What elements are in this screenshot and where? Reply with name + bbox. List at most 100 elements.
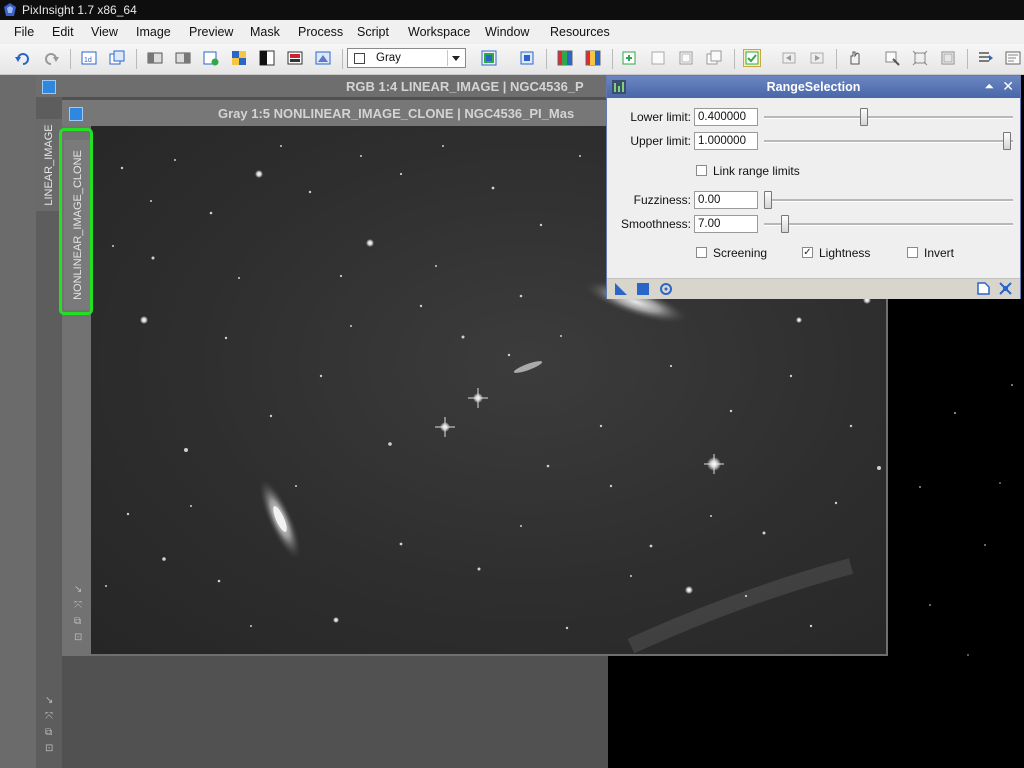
window-left-icon[interactable] [147, 50, 163, 66]
hand-pan-icon[interactable] [847, 50, 863, 66]
screening-label: Screening [713, 246, 768, 260]
zoom-window-icon[interactable] [650, 50, 666, 66]
range-selection-footer [607, 278, 1020, 299]
fit-icon[interactable]: ⤧ [45, 711, 56, 722]
restore-icon[interactable]: ⧉ [45, 727, 56, 738]
new-preview-icon[interactable] [203, 50, 219, 66]
new-instance-icon[interactable] [615, 283, 627, 295]
smoothness-slider-thumb[interactable] [781, 215, 789, 233]
smoothness-input[interactable]: 7.00 [694, 215, 758, 233]
iconize-icon[interactable]: ⊡ [74, 632, 85, 643]
image-1d-icon[interactable]: 1d [81, 50, 97, 66]
collapse-icon[interactable]: ⏶ [984, 79, 994, 94]
upper-limit-label: Upper limit: [630, 134, 691, 148]
menu-image[interactable]: Image [136, 25, 171, 39]
menu-process[interactable]: Process [298, 25, 343, 39]
toolbar-separator [836, 49, 837, 69]
stf-icon[interactable] [557, 50, 573, 66]
explorer-icon[interactable] [977, 50, 993, 66]
upper-limit-slider-thumb[interactable] [1003, 132, 1011, 150]
auto-stf-icon[interactable] [585, 50, 601, 66]
show-mask-icon[interactable] [315, 50, 331, 66]
apply-icon[interactable] [637, 283, 649, 295]
fit-view-icon[interactable] [912, 50, 928, 66]
invert-label: Invert [924, 246, 955, 260]
tile-icon[interactable] [678, 50, 694, 66]
menu-file[interactable]: File [14, 25, 34, 39]
left-window-strip: ↘ [0, 75, 53, 768]
gray-swatch-icon [354, 53, 365, 64]
rgb-channels-icon[interactable] [481, 50, 497, 66]
close-icon[interactable]: ✕ [1002, 78, 1014, 95]
upper-limit-slider-track[interactable] [764, 140, 1013, 143]
toolbar-separator [342, 49, 343, 69]
screening-checkbox[interactable] [696, 247, 707, 258]
lower-limit-slider-thumb[interactable] [860, 108, 868, 126]
range-selection-title-bar[interactable]: RangeSelection ⏶ ✕ [607, 76, 1020, 98]
fuzziness-slider-track[interactable] [764, 199, 1013, 202]
svg-text:1d: 1d [84, 57, 92, 64]
window-menu-icon[interactable] [69, 107, 83, 121]
previous-icon[interactable] [781, 50, 797, 66]
process-console-icon[interactable] [1005, 50, 1021, 66]
invert-icon[interactable] [259, 50, 275, 66]
undo-icon[interactable] [15, 50, 31, 66]
linear-window-title-bar[interactable]: RGB 1:4 LINEAR_IMAGE | NGC4536_P [36, 75, 608, 97]
checkerboard-icon[interactable] [231, 50, 247, 66]
zoom-1-1-icon[interactable] [940, 50, 956, 66]
lower-limit-input[interactable]: 0.400000 [694, 108, 758, 126]
app-title-bar: PixInsight 1.7 x86_64 [0, 0, 1024, 20]
menu-edit[interactable]: Edit [52, 25, 74, 39]
lightness-checkbox[interactable]: ✓ [802, 247, 813, 258]
fuzziness-label: Fuzziness: [633, 193, 691, 207]
chevron-down-icon[interactable] [447, 50, 464, 66]
linear-image-tab-label: LINEAR_IMAGE [43, 124, 55, 206]
range-selection-title: RangeSelection [766, 80, 861, 94]
iconize-icon[interactable]: ⊡ [45, 743, 56, 754]
upper-limit-input[interactable]: 1.000000 [694, 132, 758, 150]
redo-icon[interactable] [43, 50, 59, 66]
cascade-icon[interactable] [706, 50, 722, 66]
channel-extraction-icon[interactable] [519, 50, 535, 66]
menu-preview[interactable]: Preview [189, 25, 233, 39]
minimize-icon[interactable]: ↘ [74, 584, 85, 595]
toolbar-separator [612, 49, 613, 69]
menu-resources[interactable]: Resources [550, 25, 610, 39]
link-range-limits-label: Link range limits [713, 164, 800, 178]
app-title: PixInsight 1.7 x86_64 [22, 3, 137, 17]
fuzziness-slider-thumb[interactable] [764, 191, 772, 209]
next-icon[interactable] [809, 50, 825, 66]
menu-workspace[interactable]: Workspace [408, 25, 470, 39]
smoothness-slider-track[interactable] [764, 223, 1013, 226]
channel-select-value: Gray [376, 52, 401, 64]
window-menu-icon[interactable] [42, 80, 56, 94]
toolbar-separator [546, 49, 547, 69]
minimize-icon[interactable]: ↘ [45, 695, 56, 706]
menu-mask[interactable]: Mask [250, 25, 280, 39]
documentation-icon[interactable] [977, 282, 990, 295]
range-selection-panel: RangeSelection ⏶ ✕ Lower limit: 0.400000… [606, 75, 1021, 299]
fit-icon[interactable]: ⤧ [74, 600, 85, 611]
link-range-limits-checkbox[interactable] [696, 165, 707, 176]
window-right-icon[interactable] [175, 50, 191, 66]
menu-script[interactable]: Script [357, 25, 389, 39]
fuzziness-input[interactable]: 0.00 [694, 191, 758, 209]
invert-checkbox[interactable] [907, 247, 918, 258]
menu-window[interactable]: Window [485, 25, 529, 39]
real-time-preview-icon[interactable] [659, 282, 673, 296]
toolbar-separator [967, 49, 968, 69]
menu-view[interactable]: View [91, 25, 118, 39]
reset-icon[interactable] [999, 282, 1012, 295]
new-image-icon[interactable] [622, 50, 638, 66]
left-strip-controls: ↘ ⤧ ⧉ ⊡ [0, 690, 52, 768]
lower-limit-slider-track[interactable] [764, 116, 1013, 119]
duplicate-window-icon[interactable] [109, 50, 125, 66]
channel-select[interactable]: Gray [347, 48, 466, 68]
restore-icon[interactable]: ⧉ [74, 616, 85, 627]
lower-limit-label: Lower limit: [630, 110, 691, 124]
readout-icon[interactable] [884, 50, 900, 66]
linear-window-title: RGB 1:4 LINEAR_IMAGE | NGC4536_P [346, 79, 584, 94]
toolbar-separator [734, 49, 735, 69]
mask-icon[interactable] [287, 50, 303, 66]
selected-tool-icon[interactable] [743, 49, 761, 67]
